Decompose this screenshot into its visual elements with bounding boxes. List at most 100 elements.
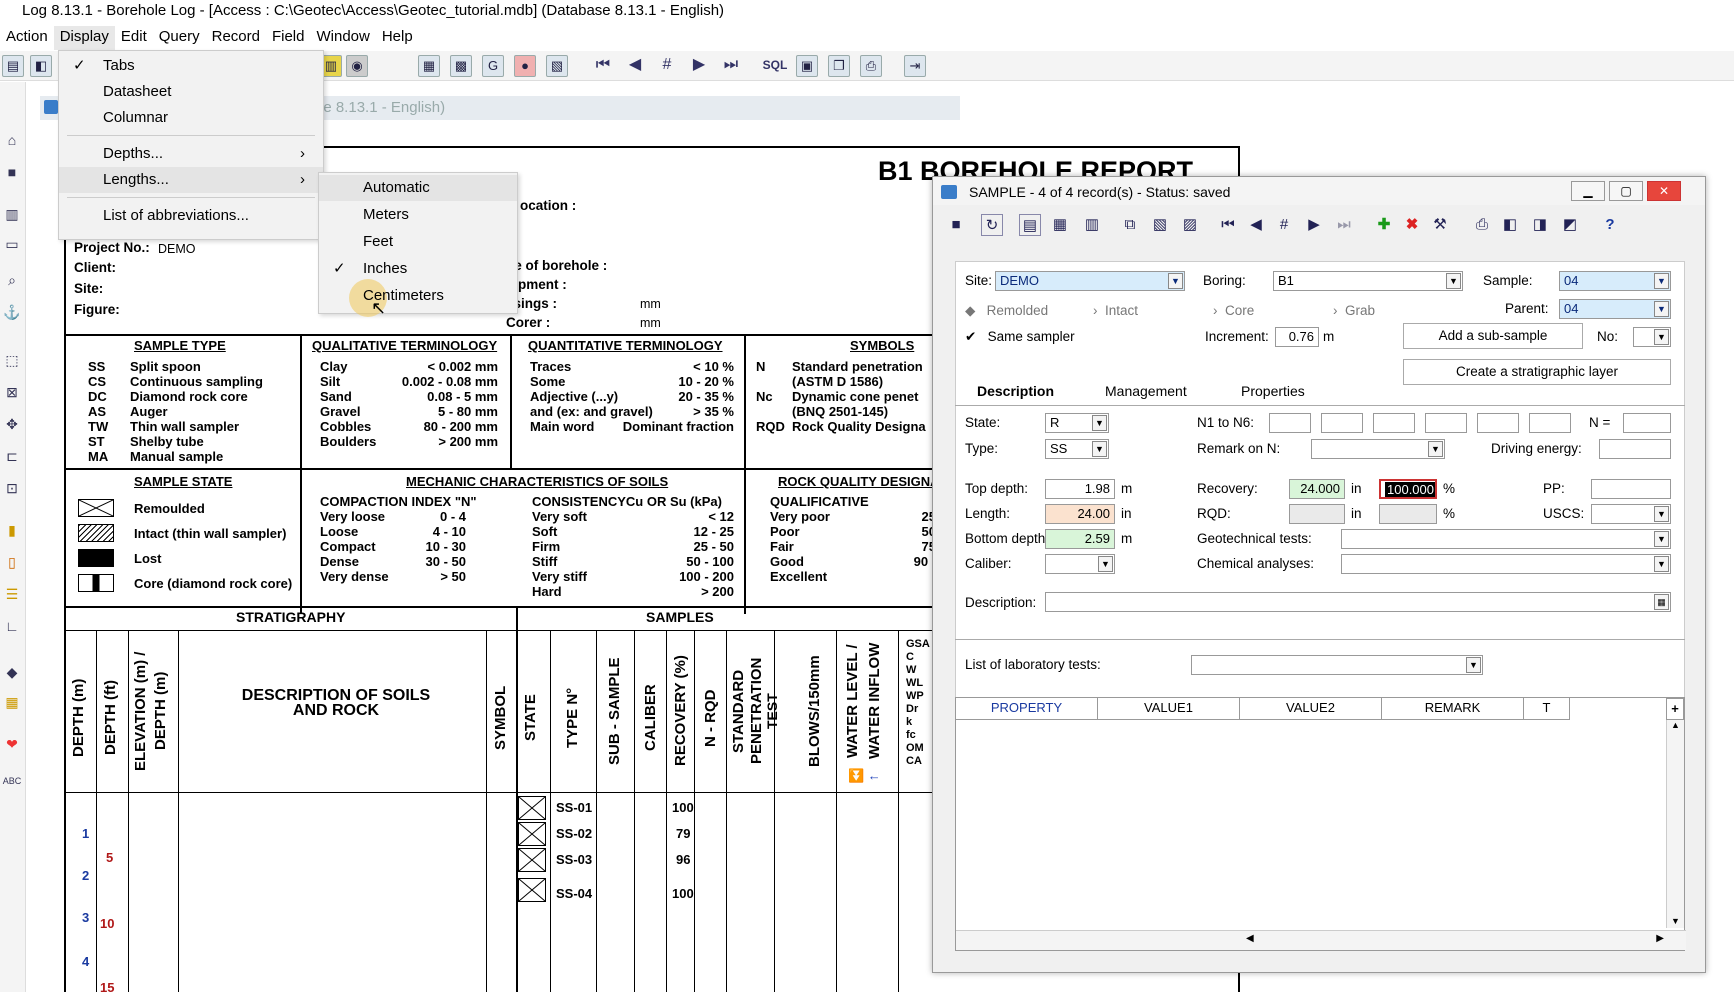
datasheet-icon[interactable]: ▦: [1049, 214, 1071, 236]
increment-field[interactable]: 0.76: [1275, 327, 1319, 347]
next-record-icon[interactable]: ▶: [1303, 214, 1325, 236]
chart-report-icon[interactable]: ▩: [450, 55, 472, 77]
refresh-icon[interactable]: ↻: [981, 214, 1003, 236]
sample-select[interactable]: 04 ▼: [1559, 271, 1671, 291]
parent-select[interactable]: 04 ▼: [1559, 299, 1671, 319]
type-select[interactable]: SS ▼: [1045, 439, 1109, 459]
first-record-icon[interactable]: ⏮: [592, 55, 614, 77]
axis-icon[interactable]: ∟: [2, 618, 22, 638]
vertical-scrollbar[interactable]: ▲ ▼: [1666, 720, 1684, 928]
diamond-icon[interactable]: ◆: [2, 664, 22, 684]
grid-header-property[interactable]: PROPERTY: [956, 698, 1098, 720]
next-record-icon[interactable]: ▶: [688, 55, 710, 77]
state-select[interactable]: R ▼: [1045, 413, 1109, 433]
boring-select[interactable]: B1 ▼: [1273, 271, 1463, 291]
align-icon[interactable]: ⊏: [2, 448, 22, 468]
menu-item-datasheet[interactable]: Datasheet: [59, 79, 323, 105]
delete-table-icon[interactable]: ▨: [1179, 214, 1201, 236]
minimize-button[interactable]: ▁: [1571, 181, 1605, 201]
scroll-left-icon[interactable]: ◀: [1246, 933, 1254, 944]
menu-record[interactable]: Record: [206, 26, 266, 50]
menu-item-feet[interactable]: Feet: [319, 229, 517, 255]
scroll-down-icon[interactable]: ▼: [1667, 916, 1684, 926]
save-icon[interactable]: ■: [2, 164, 22, 184]
menu-display[interactable]: Display: [53, 26, 115, 50]
radio-grab[interactable]: › Grab: [1333, 303, 1375, 318]
form-view-icon[interactable]: ▤: [1019, 214, 1041, 236]
exit-icon[interactable]: ⇥: [904, 55, 926, 77]
last-record-icon[interactable]: ⏭: [1333, 214, 1355, 236]
close-button[interactable]: ✕: [1647, 181, 1681, 201]
heart-icon[interactable]: ❤: [2, 736, 22, 756]
note-icon[interactable]: ▮: [2, 522, 22, 542]
goto-record-icon[interactable]: #: [656, 55, 678, 77]
menu-item-automatic[interactable]: Automatic: [319, 175, 517, 201]
first-record-icon[interactable]: ⏮: [1217, 214, 1239, 236]
tab-management[interactable]: Management: [1105, 383, 1187, 399]
bottom-depth-field[interactable]: 2.59: [1045, 529, 1115, 549]
add-record-icon[interactable]: ✚: [1373, 214, 1395, 236]
uscs-select[interactable]: ▼: [1591, 504, 1671, 524]
rqd-percent-field[interactable]: [1379, 504, 1437, 524]
database-icon[interactable]: ◧: [30, 55, 52, 77]
n1-field[interactable]: [1269, 413, 1311, 433]
menu-item-depths[interactable]: Depths... ›: [59, 141, 323, 167]
grid-icon[interactable]: ▧: [546, 55, 568, 77]
menu-item-tabs[interactable]: ✓ Tabs: [59, 53, 323, 79]
n6-field[interactable]: [1529, 413, 1571, 433]
list-icon[interactable]: ☰: [2, 586, 22, 606]
goto-record-icon[interactable]: #: [1273, 214, 1295, 236]
grid-header-remark[interactable]: REMARK: [1382, 698, 1524, 720]
add-row-icon[interactable]: +: [1666, 698, 1684, 720]
grid-header-value2[interactable]: VALUE2: [1240, 698, 1382, 720]
copy-record-icon[interactable]: ⧉: [1119, 214, 1141, 236]
resize-icon[interactable]: ⊡: [2, 480, 22, 500]
spell-check-icon[interactable]: ABC: [2, 776, 22, 796]
paste-record-icon[interactable]: ▧: [1149, 214, 1171, 236]
help-icon[interactable]: ?: [1599, 214, 1621, 236]
description-field[interactable]: ▦: [1045, 592, 1671, 612]
rqd-field[interactable]: [1289, 504, 1345, 524]
anchor-icon[interactable]: ⚓: [2, 304, 22, 324]
n-total-field[interactable]: [1623, 413, 1671, 433]
add-subsample-button[interactable]: Add a sub-sample: [1403, 323, 1583, 349]
menu-help[interactable]: Help: [376, 26, 419, 50]
top-depth-field[interactable]: 1.98: [1045, 479, 1115, 499]
move-icon[interactable]: ✥: [2, 416, 22, 436]
zoom-icon[interactable]: ⌕: [2, 272, 22, 292]
scroll-up-icon[interactable]: ▲: [1667, 720, 1684, 730]
select-icon[interactable]: ⬚: [2, 352, 22, 372]
n4-field[interactable]: [1425, 413, 1467, 433]
driving-energy-field[interactable]: [1599, 439, 1671, 459]
columnar-icon[interactable]: ▥: [1081, 214, 1103, 236]
brick-icon[interactable]: ▦: [2, 694, 22, 714]
n3-field[interactable]: [1373, 413, 1415, 433]
form-icon[interactable]: ▣: [796, 55, 818, 77]
create-layer-button[interactable]: Create a stratigraphic layer: [1403, 359, 1671, 385]
menu-item-abbreviations[interactable]: List of abbreviations...: [59, 203, 323, 229]
table-report-icon[interactable]: ▦: [418, 55, 440, 77]
maximize-button[interactable]: ▢: [1609, 181, 1643, 201]
radio-intact[interactable]: › Intact: [1093, 303, 1138, 318]
open-icon[interactable]: ⌂: [2, 132, 22, 152]
chemical-analyses-select[interactable]: ▼: [1341, 554, 1671, 574]
menu-query[interactable]: Query: [153, 26, 206, 50]
scroll-right-icon[interactable]: ▶: [1656, 933, 1664, 944]
tab-description[interactable]: Description: [977, 383, 1054, 399]
site-select[interactable]: DEMO ▼: [995, 271, 1185, 291]
cylinder-icon[interactable]: ◉: [346, 55, 368, 77]
menu-item-meters[interactable]: Meters: [319, 202, 517, 228]
filter-icon[interactable]: ⚒: [1429, 214, 1451, 236]
cross-icon[interactable]: ⊠: [2, 384, 22, 404]
menu-item-lengths[interactable]: Lengths... ›: [59, 167, 323, 193]
menu-field[interactable]: Field: [266, 26, 311, 50]
grid-icon[interactable]: ▦: [1654, 594, 1669, 610]
windows-icon[interactable]: ❐: [828, 55, 850, 77]
delete-record-icon[interactable]: ✖: [1401, 214, 1423, 236]
db-export-icon[interactable]: ◩: [1559, 214, 1581, 236]
print-icon[interactable]: ⎙: [1471, 214, 1493, 236]
save-icon[interactable]: ■: [945, 214, 967, 236]
graph-icon[interactable]: G: [482, 55, 504, 77]
pp-field[interactable]: [1591, 479, 1671, 499]
recovery-percent-field[interactable]: 100.000: [1379, 479, 1437, 499]
